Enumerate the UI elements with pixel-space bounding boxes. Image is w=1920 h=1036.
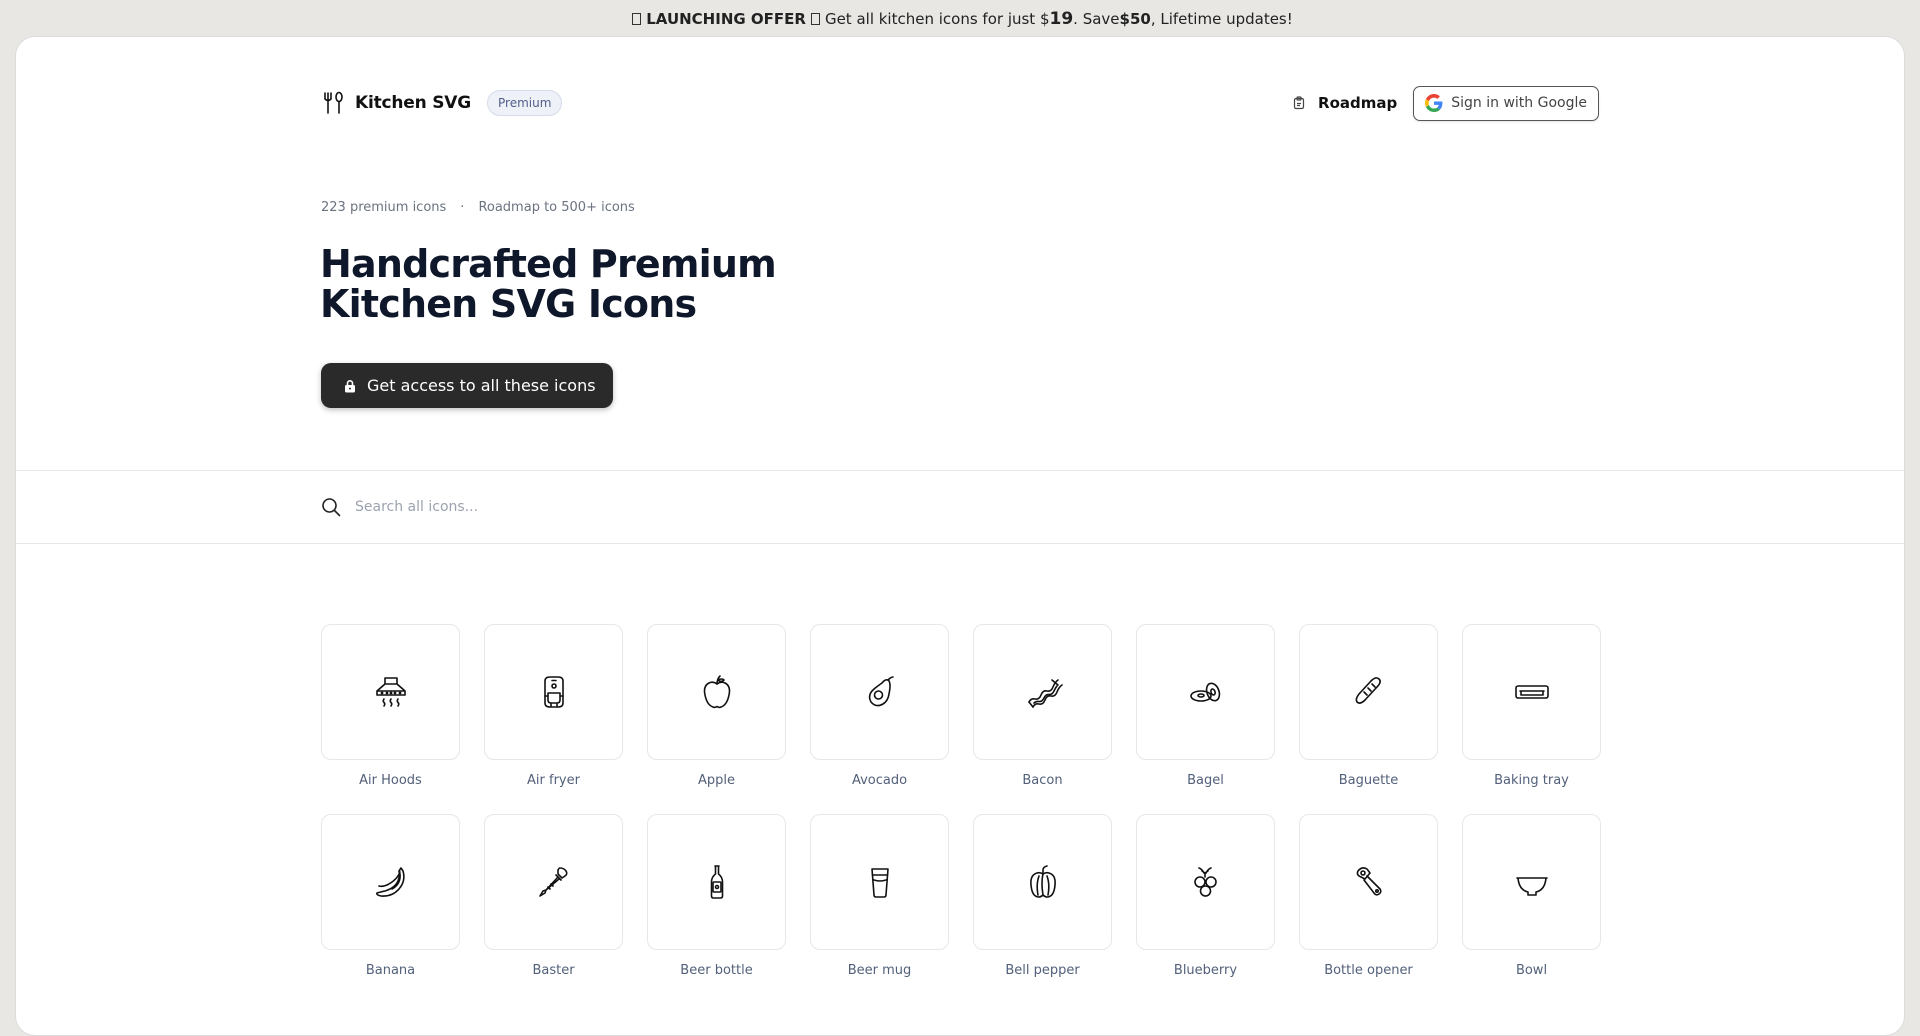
icon-label: Banana — [365, 963, 416, 978]
site-header: Kitchen SVG Premium Roadmap Sign in with… — [321, 85, 1599, 121]
icon-preview[interactable] — [973, 814, 1112, 950]
brand-name: Kitchen SVG — [355, 93, 472, 113]
banner-prefix: LAUNCHING OFFER — [646, 10, 806, 28]
icon-tile[interactable]: Beer bottle — [647, 814, 786, 978]
bottle-opener-icon — [1356, 867, 1382, 896]
icon-preview[interactable] — [1462, 814, 1601, 950]
icon-label: Beer bottle — [680, 963, 753, 978]
icon-label: Apple — [697, 773, 735, 788]
icon-tile[interactable]: Bagel — [1136, 624, 1275, 788]
icon-label: Bottle opener — [1324, 963, 1413, 978]
icon-label: Blueberry — [1173, 963, 1238, 978]
baster-icon — [538, 867, 568, 897]
beer-mug-icon — [870, 868, 889, 898]
google-signin-button[interactable]: Sign in with Google — [1413, 85, 1599, 121]
banner-text-2: . Save — [1073, 10, 1120, 28]
icon-label: Baster — [532, 963, 575, 978]
lock-icon — [345, 379, 355, 392]
icon-tile[interactable]: Baking tray — [1462, 624, 1601, 788]
roadmap-note: Roadmap to 500+ icons — [478, 200, 635, 215]
banana-icon — [375, 867, 405, 897]
icon-preview[interactable] — [1462, 624, 1601, 760]
roadmap-link[interactable]: Roadmap — [1292, 94, 1397, 112]
air-fryer-icon — [543, 676, 564, 708]
get-access-button[interactable]: Get access to all these icons — [321, 363, 613, 408]
icon-preview[interactable] — [321, 814, 460, 950]
icon-tile[interactable]: Avocado — [810, 624, 949, 788]
bagel-icon — [1189, 682, 1220, 702]
roadmap-label: Roadmap — [1318, 94, 1398, 112]
emoji-placeholder-icon — [632, 13, 642, 25]
icon-preview[interactable] — [1136, 624, 1275, 760]
icon-label: Bell pepper — [1005, 963, 1080, 978]
meta-separator: · — [460, 200, 465, 215]
icon-label: Baguette — [1338, 773, 1399, 788]
bacon-icon — [1027, 679, 1063, 708]
icon-label: Bacon — [1022, 773, 1063, 788]
icon-label: Baking tray — [1494, 773, 1569, 788]
icon-tile[interactable]: Air Hoods — [321, 624, 460, 788]
icon-tile[interactable]: Bowl — [1462, 814, 1601, 978]
launch-banner: LAUNCHING OFFER Get all kitchen icons fo… — [0, 0, 1920, 38]
banner-text-3: , Lifetime updates! — [1150, 10, 1293, 28]
icon-preview[interactable] — [1299, 814, 1438, 950]
icon-preview[interactable] — [810, 814, 949, 950]
icon-preview[interactable] — [484, 814, 623, 950]
google-icon — [1425, 94, 1443, 112]
hood-icon — [375, 677, 406, 707]
icon-tile[interactable]: Bottle opener — [1299, 814, 1438, 978]
icon-preview[interactable] — [810, 624, 949, 760]
brand-link[interactable]: Kitchen SVG Premium — [321, 90, 563, 116]
icon-label: Air Hoods — [359, 773, 422, 788]
premium-badge: Premium — [487, 90, 563, 116]
bowl-icon — [1515, 877, 1548, 896]
avocado-icon — [868, 676, 894, 707]
icon-tile[interactable]: Beer mug — [810, 814, 949, 978]
icon-preview[interactable] — [647, 624, 786, 760]
baking-tray-icon — [1514, 685, 1549, 699]
search-input[interactable] — [355, 499, 755, 515]
main-card: Kitchen SVG Premium Roadmap Sign in with… — [15, 36, 1905, 1036]
icon-tile[interactable]: Air fryer — [484, 624, 623, 788]
icon-label: Air fryer — [527, 773, 580, 788]
icon-tile[interactable]: Blueberry — [1136, 814, 1275, 978]
beer-bottle-icon — [710, 865, 723, 899]
clipboard-icon — [1293, 96, 1305, 110]
icon-tile[interactable]: Baster — [484, 814, 623, 978]
icon-tile[interactable]: Bacon — [973, 624, 1112, 788]
icon-tile[interactable]: Bell pepper — [973, 814, 1112, 978]
icon-label: Bowl — [1515, 963, 1548, 978]
header-nav: Roadmap Sign in with Google — [1292, 85, 1599, 121]
search-bar — [16, 470, 1904, 544]
banner-save: $50 — [1119, 10, 1151, 28]
icon-label: Bagel — [1187, 773, 1224, 788]
blueberry-icon — [1193, 867, 1217, 897]
icon-preview[interactable] — [1299, 624, 1438, 760]
baguette-icon — [1355, 677, 1381, 704]
icon-tile[interactable]: Banana — [321, 814, 460, 978]
get-access-label: Get access to all these icons — [367, 376, 596, 395]
icon-preview[interactable] — [321, 624, 460, 760]
icon-preview[interactable] — [647, 814, 786, 950]
apple-icon — [703, 675, 730, 709]
emoji-placeholder-icon — [810, 13, 820, 25]
bell-pepper-icon — [1029, 865, 1056, 898]
icon-grid: Air Hoods Air fryer Apple Avocado Bacon … — [321, 624, 1603, 978]
page-title: Handcrafted Premium Kitchen SVG Icons — [320, 242, 777, 326]
icon-preview[interactable] — [973, 624, 1112, 760]
icon-label: Avocado — [851, 773, 908, 788]
hero-meta: 223 premium icons · Roadmap to 500+ icon… — [321, 200, 635, 215]
icon-tile[interactable]: Baguette — [1299, 624, 1438, 788]
search-icon — [322, 498, 341, 517]
icon-preview[interactable] — [484, 624, 623, 760]
google-signin-label: Sign in with Google — [1451, 95, 1587, 111]
icon-label: Beer mug — [847, 963, 912, 978]
icon-tile[interactable]: Apple — [647, 624, 786, 788]
banner-price: 19 — [1049, 9, 1074, 29]
fork-spoon-icon — [324, 91, 343, 114]
icon-preview[interactable] — [1136, 814, 1275, 950]
icon-count: 223 premium icons — [321, 200, 447, 215]
banner-text: Get all kitchen icons for just $ — [824, 10, 1050, 28]
